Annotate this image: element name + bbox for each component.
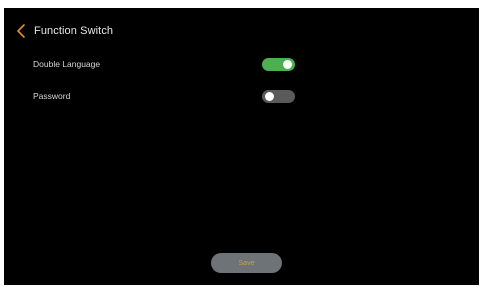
setting-row-double-language: Double Language bbox=[33, 56, 295, 72]
chevron-left-stroke bbox=[17, 24, 25, 38]
setting-label-double-language: Double Language bbox=[33, 59, 101, 69]
setting-label-password: Password bbox=[33, 91, 71, 101]
header: Function Switch bbox=[14, 21, 113, 41]
toggle-knob bbox=[265, 91, 274, 101]
chevron-left-icon-graphic bbox=[17, 24, 25, 38]
password-toggle[interactable] bbox=[262, 89, 295, 103]
setting-row-password: Password bbox=[33, 88, 295, 104]
toggle-knob bbox=[283, 59, 292, 69]
chevron-left-icon[interactable] bbox=[14, 22, 28, 40]
double-language-toggle[interactable] bbox=[262, 57, 295, 71]
function-switch-screen: Function Switch Double Language Password… bbox=[4, 8, 479, 285]
save-button[interactable]: Save bbox=[211, 253, 282, 273]
page-title: Function Switch bbox=[34, 25, 114, 37]
